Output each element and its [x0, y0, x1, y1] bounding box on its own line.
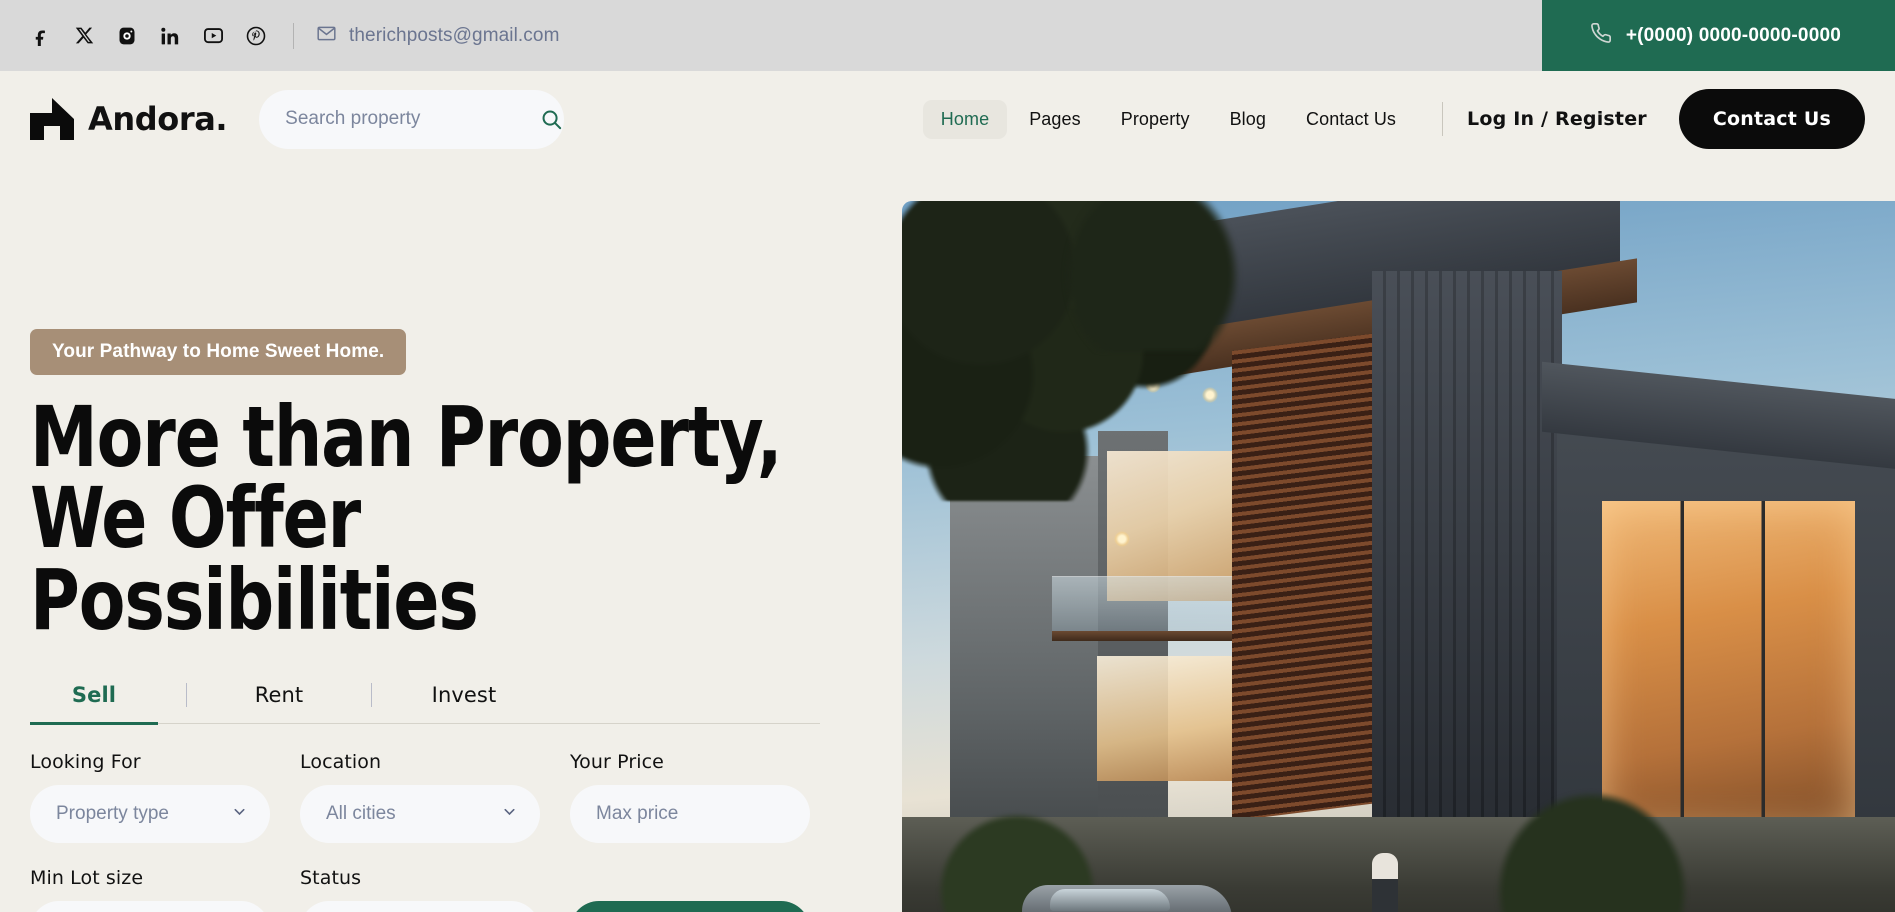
chevron-down-icon: [231, 803, 248, 825]
balcony-slab: [1052, 631, 1252, 641]
status-input[interactable]: Property status: [300, 901, 540, 912]
nav-divider: [1442, 102, 1444, 136]
site-header: Andora. Home Pages Property Blog Contact…: [0, 71, 1895, 167]
page-title: More than Property, We Offer Possibiliti…: [30, 395, 815, 642]
lower-window: [1097, 656, 1242, 781]
brand-name: Andora.: [88, 100, 228, 138]
max-price-input[interactable]: Max price: [570, 785, 810, 844]
car-window: [1050, 889, 1170, 911]
divider: [293, 22, 294, 49]
x-twitter-icon[interactable]: [73, 25, 95, 47]
field-value: Property type: [56, 803, 169, 825]
phone-icon: [1590, 22, 1612, 49]
field-label: Status: [300, 867, 362, 890]
phone-block[interactable]: +(0000) 0000-0000-0000: [1541, 0, 1895, 71]
pinterest-icon[interactable]: [245, 25, 267, 47]
property-type-select[interactable]: Property type: [30, 785, 270, 844]
field-value: Max price: [596, 803, 679, 825]
tree-foliage: [1052, 201, 1252, 351]
property-search-form: Looking For Property type Location All c…: [30, 751, 830, 912]
nav-links: Home Pages Property Blog Contact Us: [922, 99, 1414, 139]
tab-sell[interactable]: Sell: [30, 683, 158, 723]
shrub: [1492, 787, 1692, 912]
field-min-lot-size: Min Lot size Property lot size: [30, 867, 270, 912]
social-links: [0, 25, 267, 47]
search-box[interactable]: [259, 89, 565, 149]
field-value: All cities: [326, 803, 396, 825]
linkedin-icon[interactable]: [159, 25, 181, 47]
search-property-button[interactable]: Search Property: [570, 901, 810, 912]
nav-item-blog[interactable]: Blog: [1212, 100, 1284, 139]
person-figure: [1372, 853, 1398, 912]
youtube-icon[interactable]: [202, 25, 224, 47]
search-button-wrap: Search Property: [570, 867, 810, 912]
search-tabs: Sell Rent Invest: [30, 683, 820, 726]
balcony-glass-rail: [1052, 576, 1252, 634]
field-label: Location: [300, 751, 382, 774]
top-bar: therichposts@gmail.com +(0000) 0000-0000…: [0, 0, 1895, 71]
hero-section: Your Pathway to Home Sweet Home. More th…: [0, 167, 1895, 912]
phone-text: +(0000) 0000-0000-0000: [1625, 24, 1841, 46]
nav-item-pages[interactable]: Pages: [1011, 100, 1099, 139]
ceiling-light: [1114, 531, 1130, 547]
email-text: therichposts@gmail.com: [349, 24, 560, 46]
email-block[interactable]: therichposts@gmail.com: [316, 23, 560, 49]
nav-item-contact-us[interactable]: Contact Us: [1288, 100, 1414, 139]
login-register-link[interactable]: Log In / Register: [1467, 108, 1647, 130]
contact-us-button[interactable]: Contact Us: [1678, 89, 1865, 149]
search-input[interactable]: [285, 108, 531, 130]
field-your-price: Your Price Max price: [570, 751, 810, 844]
tab-row: Sell Rent Invest: [30, 683, 820, 723]
tower-shading: [1372, 271, 1562, 871]
field-label: Your Price: [570, 751, 664, 774]
hero-content: Your Pathway to Home Sweet Home. More th…: [0, 167, 902, 912]
field-label: Looking For: [30, 751, 141, 774]
field-label: Min Lot size: [30, 867, 144, 890]
chevron-down-icon: [501, 803, 518, 825]
wood-slat-screen: [1232, 333, 1372, 821]
hero-badge: Your Pathway to Home Sweet Home.: [30, 329, 407, 375]
field-location: Location All cities: [300, 751, 540, 844]
hero-image: Modern luxury house at dusk with wood an…: [902, 201, 1895, 912]
nav-item-home[interactable]: Home: [922, 99, 1008, 139]
glass-mullions: [1602, 501, 1855, 831]
location-select[interactable]: All cities: [300, 785, 540, 844]
main-navigation: Home Pages Property Blog Contact Us Log …: [922, 89, 1865, 149]
instagram-icon[interactable]: [116, 25, 138, 47]
tab-divider: [186, 683, 187, 708]
search-icon[interactable]: [540, 108, 563, 131]
tab-rent[interactable]: Rent: [215, 683, 343, 723]
field-looking-for: Looking For Property type: [30, 751, 270, 844]
facebook-icon[interactable]: [30, 25, 52, 47]
envelope-icon: [316, 23, 337, 49]
lot-size-input[interactable]: Property lot size: [30, 901, 270, 912]
nav-item-property[interactable]: Property: [1103, 100, 1208, 139]
tab-divider: [371, 683, 372, 708]
field-status: Status Property status: [300, 867, 540, 912]
tab-invest[interactable]: Invest: [400, 683, 528, 723]
headline-line-2: We Offer Possibilities: [30, 469, 479, 649]
house-logo-icon: [30, 98, 74, 140]
brand-logo[interactable]: Andora.: [30, 98, 228, 140]
